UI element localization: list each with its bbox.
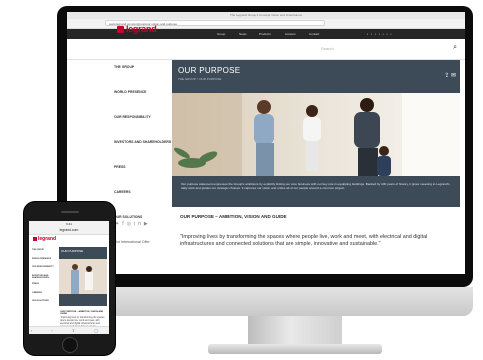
nav-item-our-responsibility[interactable]: OUR RESPONSIBILITY	[32, 266, 58, 275]
mobile-page-title: OUR PURPOSE	[61, 249, 84, 253]
site-logo[interactable]: legrand	[126, 24, 157, 34]
phone-speaker	[61, 211, 79, 213]
instagram-icon[interactable]: ◎	[127, 221, 134, 227]
desktop-screen: The Legrand Group's Concept Vision and O…	[67, 12, 465, 274]
top-nav-item[interactable]: Contact	[309, 32, 319, 36]
mobile-address-bar[interactable]: legrand.com	[29, 227, 109, 235]
nav-item-the-group[interactable]: THE GROUP	[114, 64, 172, 89]
international-offer-link[interactable]: Our International Offer	[114, 239, 172, 264]
purpose-quote: "Improving lives by transforming the spa…	[180, 234, 428, 247]
nav-item-press[interactable]: PRESS	[114, 164, 172, 189]
top-nav-icons: ▪ ▪ ▪ ▪ ▪ ▪ ▪	[367, 32, 393, 36]
logo-mark-icon	[33, 237, 37, 241]
youtube-icon[interactable]: ▶	[144, 221, 151, 227]
nav-item-press[interactable]: PRESS	[32, 283, 58, 292]
nav-item-investors[interactable]: INVESTORS AND SHAREHOLDERS	[32, 275, 58, 284]
top-nav-item[interactable]: Careers	[285, 32, 296, 36]
search-icon[interactable]: ⌕	[453, 44, 457, 52]
imac-chin	[57, 287, 473, 316]
purpose-description-panel: Our purpose statement expresses the Grou…	[172, 176, 460, 207]
top-nav-item[interactable]: Products	[259, 32, 271, 36]
safari-bottom-toolbar[interactable]: ‹ › ⇧ ▢ ⧉	[29, 326, 109, 334]
left-navigation: THE GROUP WORLD PRESENCE OUR RESPONSIBIL…	[114, 64, 172, 264]
logo-mark-icon	[117, 26, 124, 33]
window-title: The Legrand Group's Concept Vision and O…	[67, 12, 465, 19]
linkedin-icon[interactable]: in	[134, 221, 144, 227]
search-input[interactable]: Search	[321, 46, 451, 54]
imac-stand-foot	[208, 344, 382, 354]
home-button[interactable]	[62, 337, 78, 353]
nav-item-our-responsibility[interactable]: OUR RESPONSIBILITY	[114, 114, 172, 139]
hero-header: OUR PURPOSE THE GROUP > OUR PURPOSE ⇪ ✉	[172, 60, 460, 93]
mobile-family-photo	[59, 259, 107, 294]
social-icons: ✦f◎in▶	[115, 221, 151, 227]
nav-item-investors[interactable]: INVESTORS AND SHAREHOLDERS	[114, 139, 172, 164]
mobile-section-title: OUR PURPOSE – AMBITION, VISION AND GUIDE	[60, 311, 104, 315]
purpose-description: Our purpose statement expresses the Grou…	[181, 182, 450, 191]
family-photo	[172, 93, 460, 176]
imac-stand-neck	[248, 316, 342, 346]
breadcrumb[interactable]: THE GROUP > OUR PURPOSE	[178, 77, 221, 81]
nav-item-our-solutions[interactable]: OUR SOLUTIONS	[32, 300, 58, 309]
site-header: Search ⌕	[67, 39, 465, 60]
nav-item-world-presence[interactable]: WORLD PRESENCE	[32, 258, 58, 267]
mobile-logo[interactable]: legrand	[38, 236, 56, 242]
mobile-hero-header: OUR PURPOSE	[59, 247, 107, 259]
mobile-screen: 9:41 legrand.com legrand THE GROUP WORLD…	[29, 221, 109, 334]
top-nav-item[interactable]: Group	[217, 32, 225, 36]
top-nav-item[interactable]: News	[239, 32, 247, 36]
nav-item-world-presence[interactable]: WORLD PRESENCE	[114, 89, 172, 114]
page-title: OUR PURPOSE	[178, 66, 241, 75]
share-icon[interactable]: ⇪ ✉	[444, 72, 456, 79]
section-title: OUR PURPOSE – AMBITION, VISION AND GUIDE	[180, 214, 287, 219]
nav-item-careers[interactable]: CAREERS	[32, 292, 58, 301]
nav-item-the-group[interactable]: THE GROUP	[32, 249, 58, 258]
mobile-description-panel	[59, 294, 107, 306]
mobile-nav: THE GROUP WORLD PRESENCE OUR RESPONSIBIL…	[32, 249, 58, 309]
nav-item-careers[interactable]: CAREERS	[114, 189, 172, 214]
